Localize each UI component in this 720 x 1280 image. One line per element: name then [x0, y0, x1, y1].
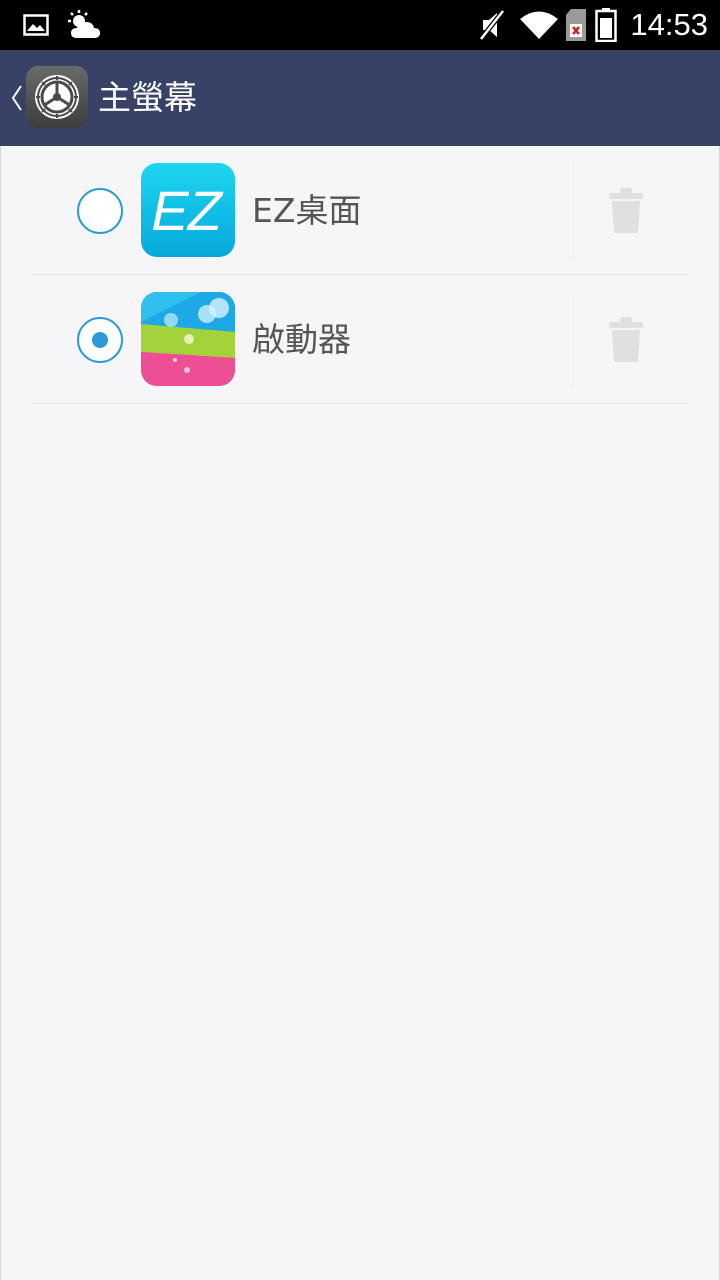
page-title: 主螢幕 — [98, 78, 197, 117]
chevron-left-icon[interactable] — [8, 50, 26, 146]
mute-icon — [476, 0, 508, 50]
divider — [573, 289, 574, 389]
launcher-list: EZ EZ桌面 啟動器 — [0, 146, 720, 404]
ez-launcher-icon: EZ — [141, 163, 235, 257]
weather-partly-cloudy-icon — [64, 0, 104, 50]
launcher-row-ez[interactable]: EZ EZ桌面 — [32, 146, 688, 275]
wifi-icon — [518, 0, 560, 50]
launcher-label: 啟動器 — [252, 320, 351, 359]
ez-icon-text: EZ — [151, 178, 222, 242]
action-bar: 主螢幕 — [0, 50, 720, 146]
trash-icon[interactable] — [598, 183, 654, 239]
radio-button[interactable] — [77, 188, 123, 234]
settings-gear-icon[interactable] — [26, 66, 88, 128]
radio-button-checked[interactable] — [77, 317, 123, 363]
launcher-icon — [141, 292, 235, 386]
picture-icon — [22, 0, 50, 50]
status-bar: 14:53 — [0, 0, 720, 50]
launcher-row-default[interactable]: 啟動器 — [32, 275, 688, 404]
battery-icon — [594, 0, 618, 50]
no-sim-icon — [564, 0, 588, 50]
divider — [573, 160, 574, 260]
launcher-label: EZ桌面 — [252, 191, 362, 230]
trash-icon[interactable] — [598, 312, 654, 368]
status-time: 14:53 — [630, 7, 708, 42]
